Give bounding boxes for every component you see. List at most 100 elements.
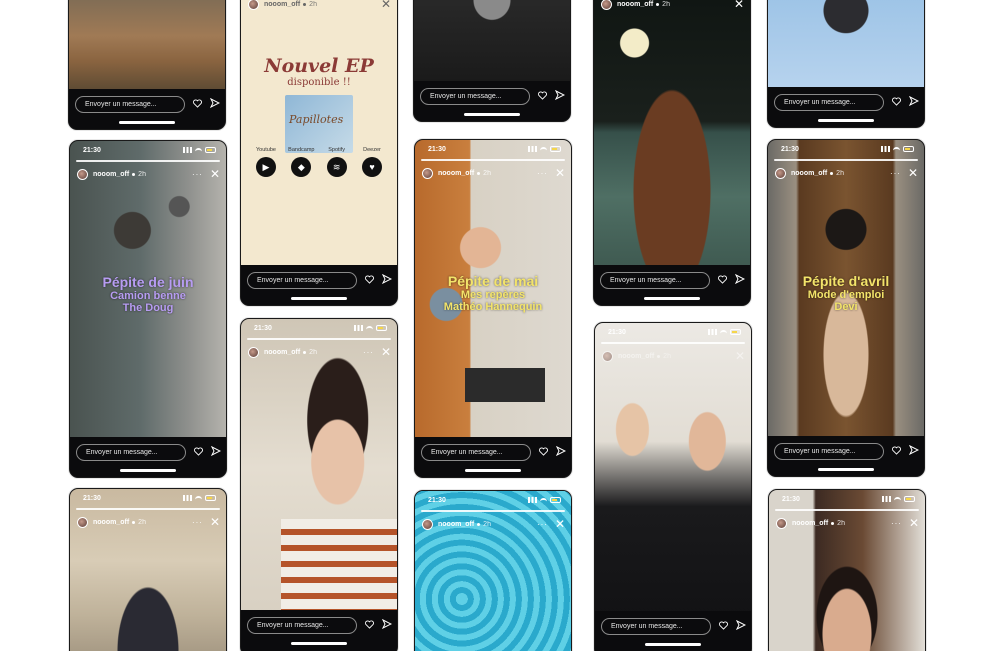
heart-icon[interactable] <box>892 97 901 106</box>
avatar[interactable] <box>77 516 88 528</box>
story-card-landscape[interactable]: Envoyer un message... <box>68 0 226 130</box>
platform-bandcamp[interactable]: Bandcamp ◆ <box>284 147 318 177</box>
heart-icon[interactable] <box>193 99 202 108</box>
spotify-icon[interactable]: ≋ <box>326 157 347 177</box>
username[interactable]: nooom_off <box>93 171 129 178</box>
heart-icon[interactable] <box>718 275 727 284</box>
more-options-icon[interactable]: ··· <box>192 518 203 527</box>
reply-input[interactable]: Envoyer un message... <box>601 618 711 635</box>
overlay-artist-2: Mathéo Hannequin <box>443 301 543 314</box>
username[interactable]: nooom_off <box>264 349 300 356</box>
story-card-necklace[interactable]: Envoyer un message... <box>413 0 571 122</box>
heart-icon[interactable] <box>539 447 548 456</box>
more-options-icon[interactable]: ··· <box>890 169 901 178</box>
story-card-group[interactable]: 21:30 nooom_off 2h ✕ Envoyer un message.… <box>594 322 752 651</box>
more-options-icon[interactable]: ··· <box>363 348 374 357</box>
story-text-overlay: Pépite d'avril Mode d'emploi Devi <box>768 273 924 314</box>
heart-icon[interactable] <box>538 91 547 100</box>
story-header: nooom_off 2h ··· ✕ <box>248 345 391 359</box>
story-age: 2h <box>662 0 670 8</box>
story-card-ep-announcement[interactable]: nooom_off 2h ✕ Nouvel EP disponible !! P… <box>240 0 398 306</box>
avatar[interactable] <box>601 0 612 10</box>
heart-icon[interactable] <box>365 275 374 284</box>
send-icon[interactable] <box>556 446 566 456</box>
story-card-pepite-avril[interactable]: 21:30 nooom_off 2h ··· ✕ Pépite d'avril … <box>767 139 925 477</box>
reply-input[interactable]: Envoyer un message... <box>774 443 884 460</box>
platform-deezer[interactable]: Deezer ♥ <box>355 147 389 177</box>
avatar[interactable] <box>77 168 88 180</box>
heart-icon[interactable] <box>892 446 901 455</box>
story-age: 2h <box>138 170 146 178</box>
avatar[interactable] <box>602 350 613 362</box>
story-card-pool[interactable]: 21:30 nooom_off 2h ··· ✕ <box>414 490 572 651</box>
youtube-icon[interactable]: ▶ <box>256 157 276 177</box>
avatar[interactable] <box>775 167 786 179</box>
platform-youtube[interactable]: Youtube ▶ <box>249 147 283 177</box>
close-icon[interactable]: ✕ <box>555 167 565 179</box>
send-icon[interactable] <box>555 90 565 100</box>
close-icon[interactable]: ✕ <box>381 346 391 358</box>
username[interactable]: nooom_off <box>93 519 129 526</box>
send-icon[interactable] <box>382 274 392 284</box>
more-options-icon[interactable]: ··· <box>891 519 902 528</box>
more-options-icon[interactable]: ··· <box>192 170 203 179</box>
bandcamp-icon[interactable]: ◆ <box>291 157 312 177</box>
story-card-bookshelf[interactable]: 21:30 nooom_off 2h ··· ✕ <box>768 489 926 651</box>
story-card-portrait[interactable]: 21:30 nooom_off 2h ··· ✕ Envoyer un mess… <box>240 318 398 651</box>
heart-icon[interactable] <box>719 621 728 630</box>
story-progress-bar <box>76 508 220 510</box>
send-icon[interactable] <box>909 445 919 455</box>
avatar[interactable] <box>422 167 433 179</box>
story-card-courtyard[interactable]: 21:30 nooom_off 2h ··· ✕ <box>69 488 227 651</box>
story-card-sky[interactable]: Envoyer un message... <box>767 0 925 128</box>
username[interactable]: nooom_off <box>618 353 654 360</box>
story-card-boat-painting[interactable]: nooom_off 2h ✕ Envoyer un message... <box>593 0 751 306</box>
avatar[interactable] <box>248 0 259 10</box>
username[interactable]: nooom_off <box>792 520 828 527</box>
ep-title-block: Nouvel EP disponible !! <box>241 55 397 88</box>
reply-input[interactable]: Envoyer un message... <box>421 444 531 461</box>
username[interactable]: nooom_off <box>438 521 474 528</box>
heart-icon[interactable] <box>365 620 374 629</box>
reply-input[interactable]: Envoyer un message... <box>76 444 186 461</box>
send-icon[interactable] <box>210 98 220 108</box>
username[interactable]: nooom_off <box>264 1 300 8</box>
reply-input[interactable]: Envoyer un message... <box>774 94 884 111</box>
reply-input[interactable]: Envoyer un message... <box>600 272 710 289</box>
username[interactable]: nooom_off <box>438 170 474 177</box>
heart-icon[interactable] <box>194 447 203 456</box>
status-bar: 21:30 <box>415 140 571 160</box>
story-card-pepite-mai[interactable]: 21:30 nooom_off 2h ··· ✕ Pépite de mai M… <box>414 139 572 478</box>
close-icon[interactable]: ✕ <box>210 516 220 528</box>
close-icon[interactable]: ✕ <box>909 517 919 529</box>
reply-input[interactable]: Envoyer un message... <box>420 88 530 105</box>
send-icon[interactable] <box>735 274 745 284</box>
reply-input[interactable]: Envoyer un message... <box>247 617 357 634</box>
username[interactable]: nooom_off <box>791 170 827 177</box>
reply-input[interactable]: Envoyer un message... <box>247 272 357 289</box>
more-options-icon[interactable]: ··· <box>537 520 548 529</box>
send-icon[interactable] <box>909 96 919 106</box>
send-icon[interactable] <box>382 619 392 629</box>
close-icon[interactable]: ✕ <box>735 350 745 362</box>
story-footer: Envoyer un message... <box>70 437 226 477</box>
username[interactable]: nooom_off <box>617 1 653 8</box>
send-icon[interactable] <box>736 620 746 630</box>
send-icon[interactable] <box>211 446 221 456</box>
deezer-icon[interactable]: ♥ <box>361 157 382 177</box>
story-header: nooom_off 2h ··· ✕ <box>77 167 220 181</box>
close-icon[interactable]: ✕ <box>555 518 565 530</box>
more-options-icon[interactable]: ··· <box>537 169 548 178</box>
close-icon[interactable]: ✕ <box>210 168 220 180</box>
close-icon[interactable]: ✕ <box>734 0 744 10</box>
story-card-pepite-juin[interactable]: 21:30 nooom_off 2h ··· ✕ Pépite de juin … <box>69 140 227 478</box>
album-cover: Papillotes <box>285 95 367 153</box>
avatar[interactable] <box>776 517 787 529</box>
close-icon[interactable]: ✕ <box>908 167 918 179</box>
avatar[interactable] <box>422 518 433 530</box>
avatar[interactable] <box>248 346 259 358</box>
platform-spotify[interactable]: Spotify ≋ <box>320 147 354 177</box>
close-icon[interactable]: ✕ <box>381 0 391 10</box>
story-footer: Envoyer un message... <box>768 436 924 476</box>
reply-input[interactable]: Envoyer un message... <box>75 96 185 113</box>
